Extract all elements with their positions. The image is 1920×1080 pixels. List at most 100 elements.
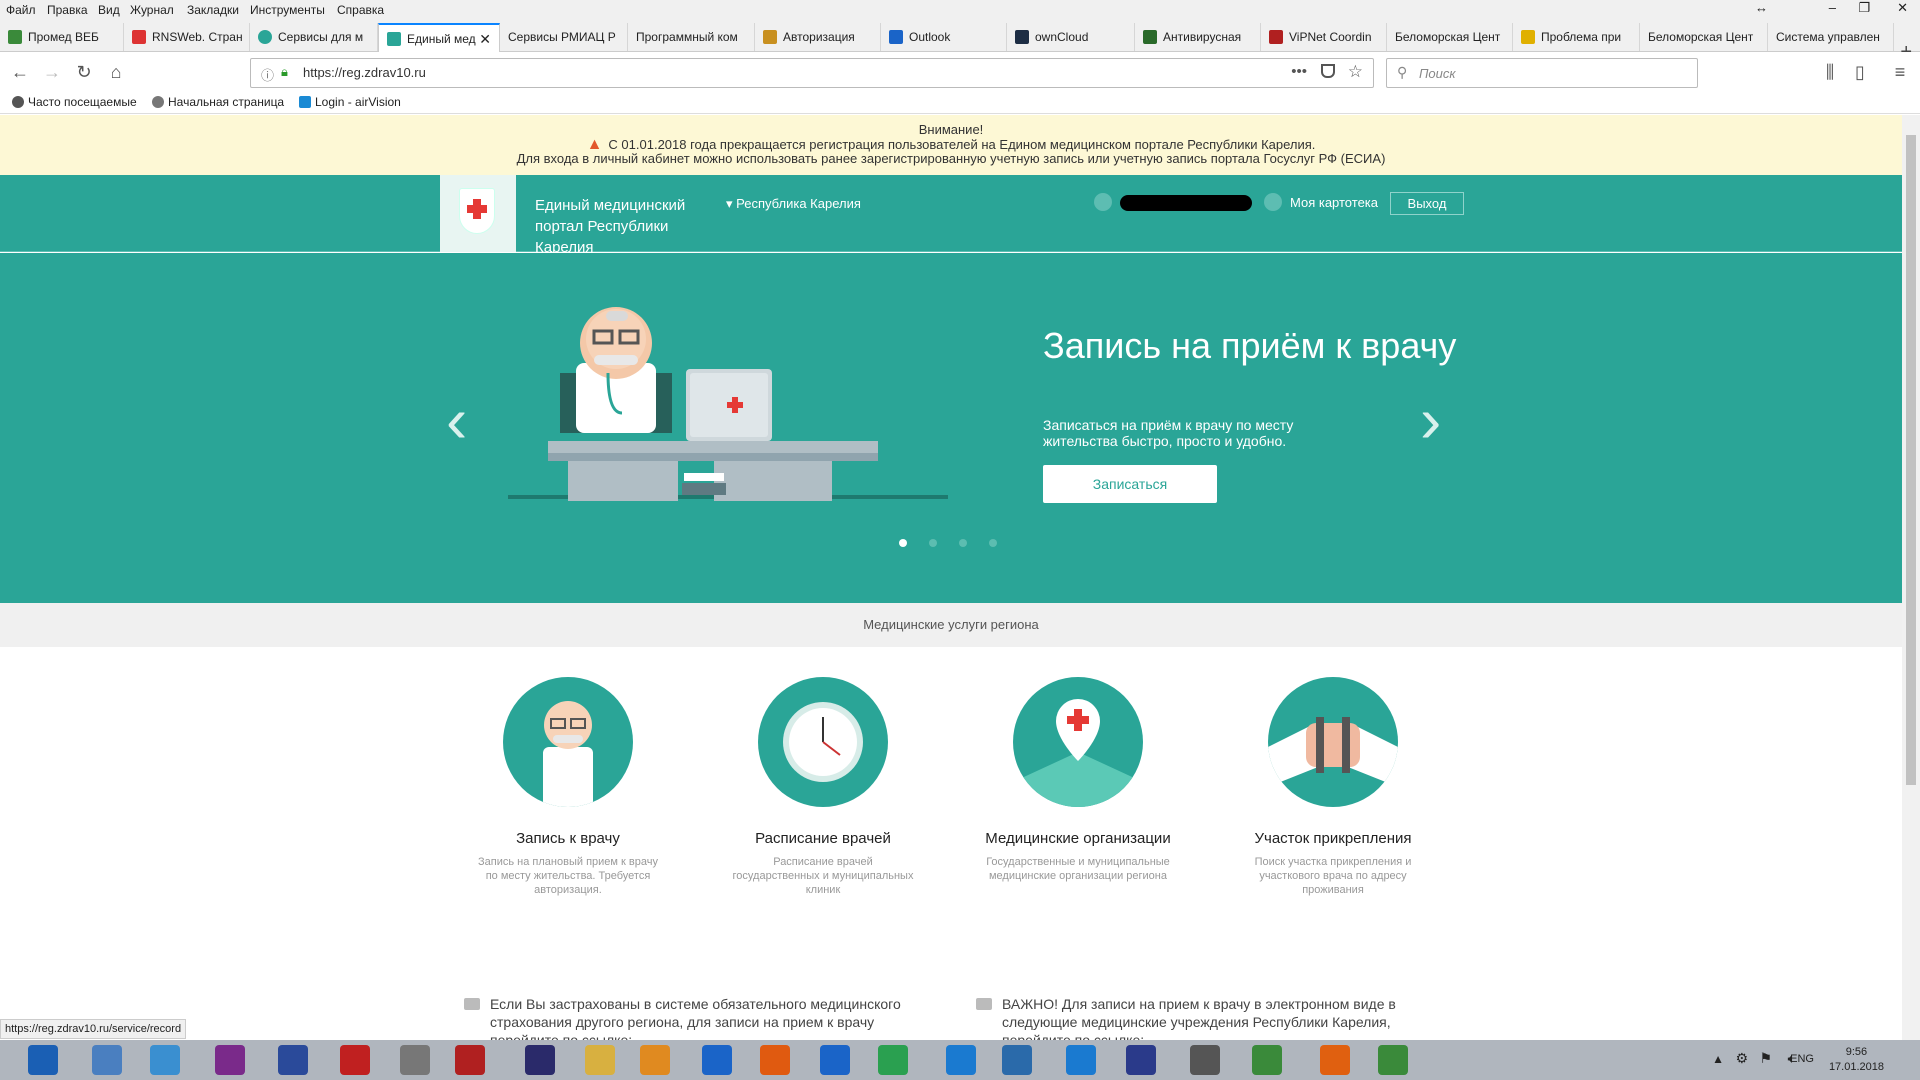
taskbar-app-icon[interactable] bbox=[150, 1045, 180, 1075]
taskbar-app-icon[interactable] bbox=[760, 1045, 790, 1075]
tray-network-icon[interactable]: ⚙ bbox=[1735, 1050, 1748, 1067]
taskbar-app-icon[interactable] bbox=[1378, 1045, 1408, 1075]
tab-problem[interactable]: Проблема при bbox=[1513, 23, 1640, 51]
home-icon[interactable]: ⌂ bbox=[104, 60, 128, 84]
sidebar-icon[interactable]: ▯ bbox=[1848, 60, 1872, 84]
hamburger-menu-icon[interactable]: ≡ bbox=[1888, 60, 1912, 84]
note-text: Если Вы застрахованы в системе обязатель… bbox=[490, 996, 901, 1040]
bookmark-star-icon[interactable]: ☆ bbox=[1348, 62, 1363, 82]
carousel-dot-3[interactable] bbox=[959, 539, 967, 547]
bookmark-label: Login - airVision bbox=[315, 95, 401, 109]
taskbar-app-icon[interactable] bbox=[585, 1045, 615, 1075]
portal-title[interactable]: Единый медицинский портал Республики Кар… bbox=[535, 195, 715, 258]
back-icon[interactable]: ← bbox=[8, 60, 32, 84]
bookmark-label: Начальная страница bbox=[168, 95, 285, 109]
tab-antivirus[interactable]: Антивирусная bbox=[1135, 23, 1261, 51]
forward-icon[interactable]: → bbox=[40, 60, 64, 84]
minimize-icon[interactable]: – bbox=[1829, 0, 1836, 15]
taskbar-app-icon[interactable] bbox=[946, 1045, 976, 1075]
close-window-icon[interactable]: ✕ bbox=[1897, 0, 1908, 16]
my-card-link[interactable]: Моя картотека bbox=[1290, 195, 1378, 210]
system-clock[interactable]: 9:56 17.01.2018 bbox=[1829, 1045, 1884, 1075]
tab-label: Антивирусная bbox=[1163, 30, 1242, 44]
menu-file[interactable]: Файл bbox=[6, 3, 36, 17]
search-input[interactable]: ⚲ Поиск bbox=[1386, 58, 1698, 88]
url-text[interactable]: https://reg.zdrav10.ru bbox=[303, 65, 426, 80]
taskbar-app-icon[interactable] bbox=[28, 1045, 58, 1075]
taskbar-app-icon[interactable] bbox=[1252, 1045, 1282, 1075]
page-scrollbar[interactable] bbox=[1902, 115, 1920, 1040]
taskbar-app-icon[interactable] bbox=[640, 1045, 670, 1075]
service-card-appointment[interactable]: Запись к врачу Запись на плановый прием … bbox=[458, 677, 678, 897]
tab-promed[interactable]: Промед ВЕБ bbox=[0, 23, 124, 51]
tab-vipnet[interactable]: ViPNet Coordin bbox=[1261, 23, 1387, 51]
menu-edit[interactable]: Правка bbox=[47, 3, 88, 17]
tab-portal-active[interactable]: Единый мед ✕ bbox=[378, 23, 500, 53]
carousel-dot-1[interactable] bbox=[899, 539, 907, 547]
page-actions-icon[interactable]: ••• bbox=[1291, 63, 1307, 80]
taskbar-app-icon[interactable] bbox=[400, 1045, 430, 1075]
menu-bookmarks[interactable]: Закладки bbox=[187, 3, 239, 17]
service-card-organizations[interactable]: Медицинские организации Государственные … bbox=[968, 677, 1188, 883]
signup-button[interactable]: Записаться bbox=[1043, 465, 1217, 503]
region-selector[interactable]: ▾ Республика Карелия bbox=[726, 196, 861, 212]
taskbar-app-icon[interactable] bbox=[878, 1045, 908, 1075]
tab-owncloud[interactable]: ownCloud bbox=[1007, 23, 1135, 51]
carousel-prev-icon[interactable]: ‹ bbox=[446, 388, 467, 452]
tray-flag-icon[interactable]: ⚑ bbox=[1759, 1050, 1772, 1067]
menu-view[interactable]: Вид bbox=[98, 3, 120, 17]
tab-program[interactable]: Программный ком bbox=[628, 23, 755, 51]
taskbar-app-icon[interactable] bbox=[1066, 1045, 1096, 1075]
logout-button[interactable]: Выход bbox=[1390, 192, 1464, 215]
taskbar-app-icon[interactable] bbox=[525, 1045, 555, 1075]
service-card-district[interactable]: Участок прикрепления Поиск участка прикр… bbox=[1223, 677, 1443, 897]
tab-rmiac[interactable]: Сервисы РМИАЦ Р bbox=[500, 23, 628, 51]
alert-line-1: ▲ С 01.01.2018 года прекращается регистра… bbox=[0, 136, 1902, 152]
taskbar-app-icon[interactable] bbox=[92, 1045, 122, 1075]
tab-rnsweb[interactable]: RNSWeb. Стран bbox=[124, 23, 250, 51]
taskbar-app-icon[interactable] bbox=[1002, 1045, 1032, 1075]
tab-auth[interactable]: Авторизация bbox=[755, 23, 881, 51]
tab-belomorsk-1[interactable]: Беломорская Цент bbox=[1387, 23, 1513, 51]
menu-tools[interactable]: Инструменты bbox=[250, 3, 325, 17]
carousel-next-icon[interactable]: › bbox=[1420, 388, 1441, 452]
taskbar-app-icon[interactable] bbox=[1320, 1045, 1350, 1075]
clock-icon bbox=[758, 677, 888, 807]
taskbar-app-icon[interactable] bbox=[702, 1045, 732, 1075]
taskbar-app-icon[interactable] bbox=[215, 1045, 245, 1075]
maximize-icon[interactable]: ❐ bbox=[1858, 0, 1870, 16]
bookmark-most-visited[interactable]: Часто посещаемые bbox=[12, 95, 137, 109]
taskbar-app-icon[interactable] bbox=[1126, 1045, 1156, 1075]
taskbar-app-icon[interactable] bbox=[340, 1045, 370, 1075]
taskbar-app-icon[interactable] bbox=[278, 1045, 308, 1075]
carousel-dot-2[interactable] bbox=[929, 539, 937, 547]
tab-services[interactable]: Сервисы для м bbox=[250, 23, 378, 51]
taskbar-app-icon[interactable] bbox=[820, 1045, 850, 1075]
taskbar-app-icon[interactable] bbox=[1190, 1045, 1220, 1075]
taskbar-app-icon[interactable] bbox=[455, 1045, 485, 1075]
library-icon[interactable]: ⫼ bbox=[1818, 60, 1842, 84]
close-tab-icon[interactable]: ✕ bbox=[479, 25, 491, 53]
language-indicator[interactable]: ENG bbox=[1790, 1053, 1814, 1065]
tray-arrow-icon[interactable]: ▲ bbox=[1712, 1052, 1724, 1066]
tab-belomorsk-2[interactable]: Беломорская Цент bbox=[1640, 23, 1768, 51]
service-card-schedule[interactable]: Расписание врачей Расписание врачей госу… bbox=[713, 677, 933, 897]
portal-logo[interactable] bbox=[440, 175, 516, 252]
menu-help[interactable]: Справка bbox=[337, 3, 384, 17]
tab-system[interactable]: Система управлен bbox=[1768, 23, 1894, 51]
warning-icon bbox=[1521, 30, 1535, 44]
scrollbar-thumb[interactable] bbox=[1906, 135, 1916, 785]
bookmark-airvision[interactable]: Login - airVision bbox=[299, 95, 401, 109]
bookmark-start-page[interactable]: Начальная страница bbox=[152, 95, 284, 109]
reload-icon[interactable]: ↻ bbox=[72, 60, 96, 84]
restore-size-icon[interactable]: ↔ bbox=[1755, 0, 1768, 15]
carousel-dot-4[interactable] bbox=[989, 539, 997, 547]
service-name: Расписание врачей bbox=[755, 830, 891, 847]
url-bar[interactable]: ⓘ 🔒︎ https://reg.zdrav10.ru ••• ☆ bbox=[250, 58, 1374, 88]
tab-outlook[interactable]: Outlook bbox=[881, 23, 1007, 51]
menu-history[interactable]: Журнал bbox=[130, 3, 174, 17]
redacted-username[interactable] bbox=[1120, 195, 1252, 211]
note-text: ВАЖНО! Для записи на прием к врачу в эле… bbox=[1002, 996, 1396, 1040]
pocket-icon[interactable] bbox=[1321, 64, 1335, 78]
info-icon[interactable]: ⓘ bbox=[261, 65, 274, 84]
